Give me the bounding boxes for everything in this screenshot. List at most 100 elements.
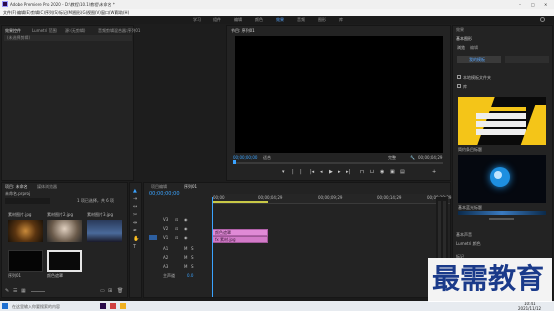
icon-view-icon[interactable]: ▦ <box>21 288 26 294</box>
workspace-libraries[interactable]: 库 <box>339 17 343 23</box>
eye-icon[interactable]: ◉ <box>184 217 188 222</box>
mute-icon[interactable]: M <box>184 264 187 269</box>
program-scrubber[interactable] <box>233 160 443 164</box>
project-item-5-thumb[interactable] <box>47 250 82 272</box>
hand-tool-icon[interactable]: ✋ <box>133 235 139 243</box>
taskbar-app-icon-3[interactable] <box>120 303 126 309</box>
slip-tool-icon[interactable]: ⇹ <box>133 219 139 227</box>
list-view-icon[interactable]: ☰ <box>13 288 17 294</box>
program-playhead-marker[interactable] <box>233 160 236 164</box>
effects-panel-header[interactable]: 效果 <box>456 27 464 33</box>
mark-out-icon[interactable]: | <box>300 169 302 175</box>
template-thumbnail-1[interactable] <box>458 97 546 145</box>
workspace-graphics[interactable]: 图形 <box>318 17 326 23</box>
pen-tool-icon[interactable]: ✒ <box>133 227 139 235</box>
tab-effect-controls[interactable]: 效果控件 <box>5 28 21 34</box>
add-marker-icon[interactable]: ▾ <box>282 169 285 175</box>
taskbar-app-icon-2[interactable] <box>110 303 116 309</box>
step-forward-icon[interactable]: ▸ <box>338 169 341 175</box>
trash-icon[interactable]: 🗑 <box>117 288 123 294</box>
lock-icon[interactable]: ⊡ <box>175 235 178 240</box>
mark-in-icon[interactable]: | <box>292 169 294 175</box>
menu-view[interactable]: 视图(V) <box>87 10 101 15</box>
selection-tool-icon[interactable]: ▲ <box>133 187 139 195</box>
razor-tool-icon[interactable]: ✂ <box>133 211 139 219</box>
templates-dropdown-2[interactable] <box>505 56 549 63</box>
search-icon[interactable] <box>540 17 545 22</box>
workspace-audio[interactable]: 音频 <box>297 17 305 23</box>
tab-program-monitor[interactable]: 节目: 序列01 <box>231 28 255 34</box>
menu-marker[interactable]: 标记(M) <box>59 10 74 15</box>
menu-file[interactable]: 文件(F) <box>3 10 16 15</box>
maximize-button[interactable]: □ <box>531 2 535 7</box>
project-search-input[interactable] <box>5 198 50 204</box>
mute-icon[interactable]: M <box>184 255 187 260</box>
tab-media-browser[interactable]: 媒体浏览器 <box>37 184 57 190</box>
zoom-slider[interactable] <box>31 291 45 292</box>
project-item-4-thumb[interactable] <box>8 250 43 272</box>
lock-icon[interactable]: ⊡ <box>175 226 178 231</box>
workspace-color[interactable]: 颜色 <box>255 17 263 23</box>
program-fit-dropdown[interactable]: 适合 <box>263 155 271 160</box>
tab-audio-mixer[interactable]: 音频剪辑混合器:序列01 <box>98 28 140 34</box>
new-item-icon[interactable]: ⊞ <box>108 288 112 294</box>
workspace-learn[interactable]: 学习 <box>193 17 201 23</box>
settings-icon[interactable]: ▤ <box>400 169 405 175</box>
work-area-bar[interactable] <box>212 201 268 203</box>
wrench-icon[interactable]: 🔧 <box>410 155 415 160</box>
track-a2[interactable]: A2 M S <box>147 255 211 262</box>
track-master[interactable]: 主声道 0.0 <box>147 273 211 280</box>
master-track-value[interactable]: 0.0 <box>187 273 193 278</box>
lift-icon[interactable]: ⊓ <box>360 169 364 175</box>
type-tool-icon[interactable]: T <box>133 243 139 251</box>
lock-icon[interactable]: ⊡ <box>175 217 178 222</box>
tab-edit[interactable]: 编辑 <box>470 45 478 51</box>
menu-clip[interactable]: 剪辑(C) <box>31 10 45 15</box>
tab-project[interactable]: 项目: 未命名 <box>5 184 28 190</box>
go-to-in-icon[interactable]: |◂ <box>310 169 314 175</box>
project-item-3-thumb[interactable] <box>87 220 122 242</box>
pencil-icon[interactable]: ✎ <box>5 288 9 294</box>
workspace-editing[interactable]: 编辑 <box>234 17 242 23</box>
extract-icon[interactable]: ⊔ <box>370 169 374 175</box>
go-to-out-icon[interactable]: ▸| <box>346 169 350 175</box>
libraries-checkbox[interactable] <box>457 84 461 88</box>
essential-sound-header[interactable]: 基本声音 <box>456 232 472 237</box>
timeline-ruler[interactable]: 00;00 00;00;04;29 00;00;09;29 00;00;14;2… <box>212 194 451 204</box>
timeline-clip-image[interactable]: fx 素材.jpg <box>212 236 268 243</box>
project-item-1-thumb[interactable] <box>8 220 43 242</box>
workspace-effects[interactable]: 效果 <box>276 17 284 23</box>
panel-scrollbar[interactable] <box>489 218 514 220</box>
export-frame-icon[interactable]: ◉ <box>380 169 384 175</box>
workspace-assembly[interactable]: 组件 <box>213 17 221 23</box>
project-item-2-thumb[interactable] <box>47 220 82 242</box>
track-a1[interactable]: A1 M S <box>147 246 211 253</box>
essential-graphics-header[interactable]: 基本图形 <box>456 36 472 42</box>
play-icon[interactable]: ▶ <box>329 169 333 175</box>
new-bin-icon[interactable]: ▭ <box>100 288 105 294</box>
eye-icon[interactable]: ◉ <box>184 226 188 231</box>
source-patch-v1[interactable] <box>149 235 157 240</box>
program-timecode-left[interactable]: 00;00;00;00 <box>233 155 257 160</box>
mute-icon[interactable]: M <box>184 246 187 251</box>
menu-sequence[interactable]: 序列(S) <box>45 10 59 15</box>
local-templates-checkbox[interactable] <box>457 75 461 79</box>
menu-window[interactable]: 窗口(W) <box>101 10 116 15</box>
timeline-clip-color-matte[interactable]: 颜色遮罩 <box>212 229 268 236</box>
solo-icon[interactable]: S <box>191 255 194 260</box>
menu-help[interactable]: 帮助(H) <box>115 10 129 15</box>
timeline-playhead[interactable] <box>212 197 213 297</box>
taskbar-app-icon-1[interactable] <box>100 303 106 309</box>
track-a3[interactable]: A3 M S <box>147 264 211 271</box>
solo-icon[interactable]: S <box>191 246 194 251</box>
ripple-edit-icon[interactable]: ↔ <box>133 203 139 211</box>
track-select-icon[interactable]: ⇥ <box>133 195 139 203</box>
menu-graphics[interactable]: 图形(G) <box>73 10 87 15</box>
tab-source[interactable]: 源:(无剪辑) <box>65 28 85 34</box>
track-v3[interactable]: V3 ⊡ ◉ <box>147 217 211 224</box>
lumetri-color-header[interactable]: Lumetri 颜色 <box>456 241 481 246</box>
tab-project-edit[interactable]: 项目编辑 <box>151 184 167 190</box>
templates-dropdown[interactable]: 我的模板 <box>457 56 501 63</box>
add-button-icon[interactable]: + <box>432 169 436 175</box>
menu-edit[interactable]: 编辑(E) <box>17 10 31 15</box>
